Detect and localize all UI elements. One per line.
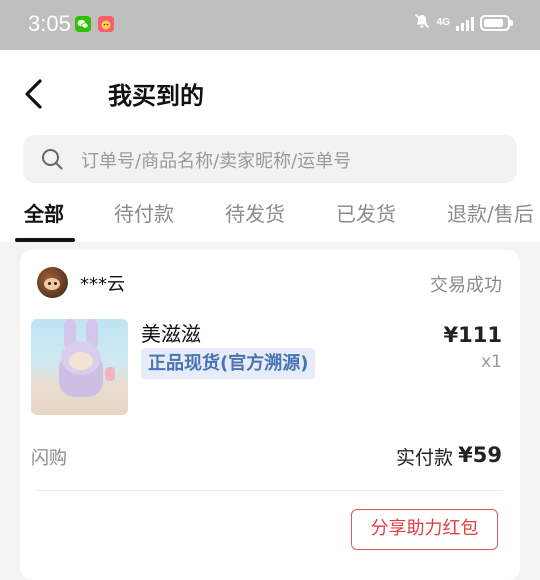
- tab-shipped[interactable]: 已发货: [336, 198, 396, 227]
- wechat-icon: [75, 16, 91, 32]
- back-button[interactable]: [22, 78, 46, 110]
- search-placeholder: 订单号/商品名称/卖家昵称/运单号: [81, 151, 352, 172]
- status-bar: 3:05 4G: [0, 0, 540, 50]
- paid-amount: ¥59: [458, 443, 502, 467]
- paid-label: 实付款: [396, 447, 454, 469]
- battery-icon: [480, 15, 513, 31]
- order-status: 交易成功: [430, 275, 502, 296]
- figure-face: [69, 352, 93, 370]
- notification-app-icon: [98, 16, 114, 32]
- status-time: 3:05: [28, 11, 71, 36]
- signal-icon: [456, 15, 474, 31]
- seller-name[interactable]: ***云: [80, 270, 125, 296]
- avatar-face: [44, 278, 60, 290]
- tab-all[interactable]: 全部: [24, 198, 64, 227]
- figure-ice-cream: [105, 367, 115, 381]
- battery-level: [484, 19, 503, 27]
- avatar[interactable]: [37, 267, 68, 298]
- authenticity-badge: 正品现货(官方溯源): [141, 348, 316, 379]
- product-image[interactable]: [31, 319, 128, 415]
- product-price: ¥111: [443, 323, 502, 347]
- active-tab-indicator: [15, 238, 75, 242]
- status-right-group: 4G: [413, 12, 513, 34]
- order-tabs: 全部 待付款 待发货 已发货 退款/售后: [0, 196, 540, 242]
- network-type: 4G: [436, 17, 450, 28]
- card-divider: [37, 490, 503, 491]
- product-quantity: x1: [481, 352, 502, 372]
- product-name[interactable]: 美滋滋: [141, 318, 201, 347]
- share-red-packet-button[interactable]: 分享助力红包: [351, 509, 498, 550]
- chevron-left-icon: [25, 79, 42, 109]
- tab-pending-payment[interactable]: 待付款: [114, 198, 174, 227]
- page-title: 我买到的: [108, 82, 204, 110]
- mute-icon: [413, 12, 431, 34]
- avatar-eye-left: [48, 282, 51, 285]
- flash-purchase-tag: 闪购: [31, 448, 67, 469]
- tab-pending-shipment[interactable]: 待发货: [225, 198, 285, 227]
- search-icon: [42, 149, 63, 170]
- search-input[interactable]: 订单号/商品名称/卖家昵称/运单号: [23, 135, 517, 183]
- avatar-eye-right: [54, 282, 57, 285]
- tab-refund-after-sale[interactable]: 退款/售后: [447, 198, 534, 227]
